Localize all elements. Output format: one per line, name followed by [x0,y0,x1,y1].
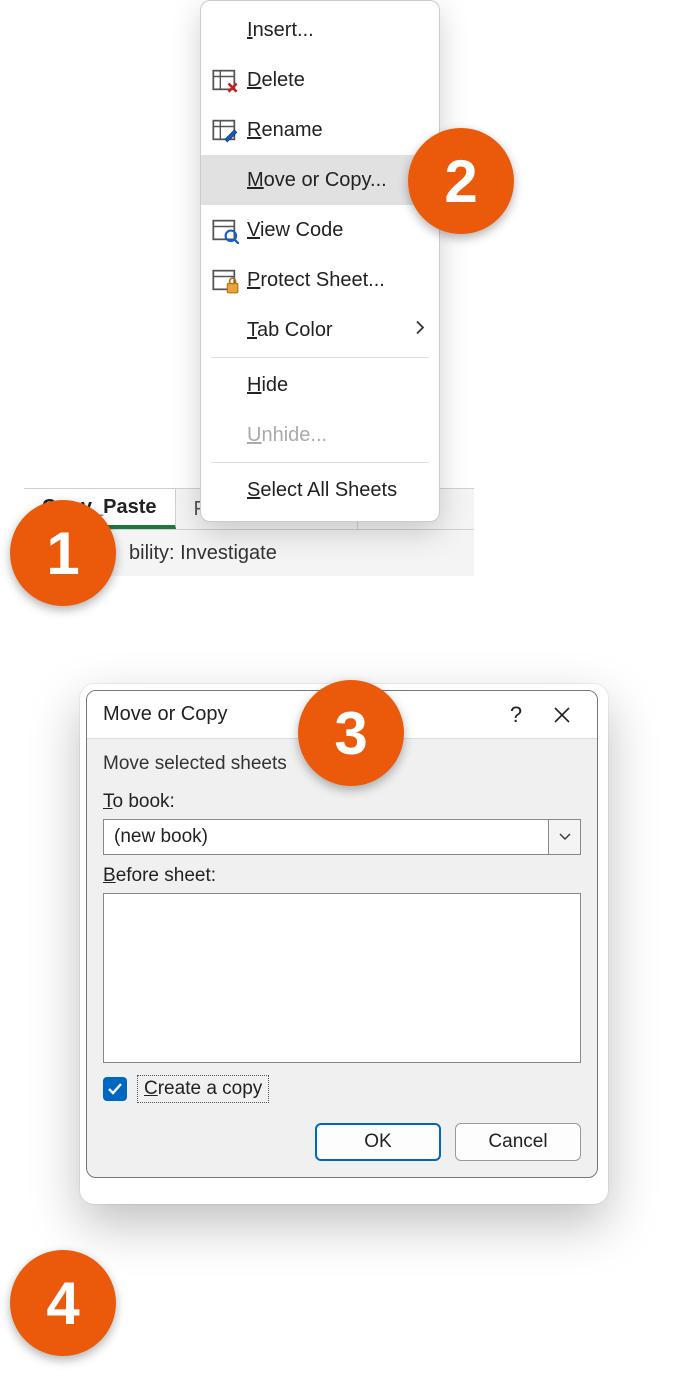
menu-hide[interactable]: Hide [201,360,439,410]
create-copy-row: Create a copy [103,1075,581,1103]
check-icon [107,1081,123,1097]
blank-icon [211,421,239,449]
dialog-button-row: OK Cancel [103,1123,581,1161]
close-button[interactable] [539,695,585,735]
protect-sheet-icon [211,266,239,294]
menu-label: Delete [247,69,423,92]
create-copy-label[interactable]: Create a copy [137,1075,269,1103]
menu-separator [211,462,429,463]
close-icon [553,706,571,724]
cancel-button[interactable]: Cancel [455,1123,581,1161]
menu-delete[interactable]: Delete [201,55,439,105]
before-sheet-listbox[interactable] [103,893,581,1063]
to-book-value: (new book) [104,826,548,848]
badge-number: 2 [444,147,477,216]
to-book-select[interactable]: (new book) [103,819,581,855]
blank-icon [211,16,239,44]
menu-label: Protect Sheet... [247,269,423,292]
accessibility-text: bility: Investigate [129,542,277,565]
menu-label: Rename [247,119,423,142]
dropdown-button[interactable] [548,820,580,854]
create-copy-checkbox[interactable] [103,1077,127,1101]
menu-view-code[interactable]: View Code [201,205,439,255]
help-button[interactable]: ? [493,695,539,735]
menu-tab-color[interactable]: Tab Color [201,305,439,355]
menu-unhide: Unhide... [201,410,439,460]
menu-protect-sheet[interactable]: Protect Sheet... [201,255,439,305]
blank-icon [211,371,239,399]
dialog-body: Move selected sheets To book: (new book)… [87,739,597,1177]
chevron-down-icon [559,833,571,841]
callout-badge-1: 1 [10,500,116,606]
badge-number: 4 [46,1269,79,1338]
rename-sheet-icon [211,116,239,144]
delete-sheet-icon [211,66,239,94]
callout-badge-4: 4 [10,1250,116,1356]
menu-insert[interactable]: Insert... [201,5,439,55]
before-sheet-label: Before sheet: [103,865,581,887]
menu-label: Unhide... [247,424,423,447]
menu-select-all-sheets[interactable]: Select All Sheets [201,465,439,515]
blank-icon [211,476,239,504]
menu-rename[interactable]: Rename [201,105,439,155]
badge-number: 3 [334,699,367,768]
button-label: Cancel [488,1131,547,1153]
view-code-icon [211,216,239,244]
menu-label: Insert... [247,19,423,42]
menu-label: View Code [247,219,423,242]
menu-label: Select All Sheets [247,479,423,502]
callout-badge-3: 3 [298,680,404,786]
blank-icon [211,166,239,194]
button-label: OK [364,1131,391,1153]
menu-label: Hide [247,374,423,397]
badge-number: 1 [46,519,79,588]
sheet-context-menu: Insert... Delete Rename Move or Copy... … [200,0,440,522]
to-book-label: To book: [103,791,581,813]
menu-move-or-copy[interactable]: Move or Copy... [201,155,439,205]
blank-icon [211,316,239,344]
menu-label: Tab Color [247,319,423,342]
ok-button[interactable]: OK [315,1123,441,1161]
menu-separator [211,357,429,358]
callout-badge-2: 2 [408,128,514,234]
menu-label: Move or Copy... [247,169,423,192]
chevron-right-icon [415,321,425,340]
